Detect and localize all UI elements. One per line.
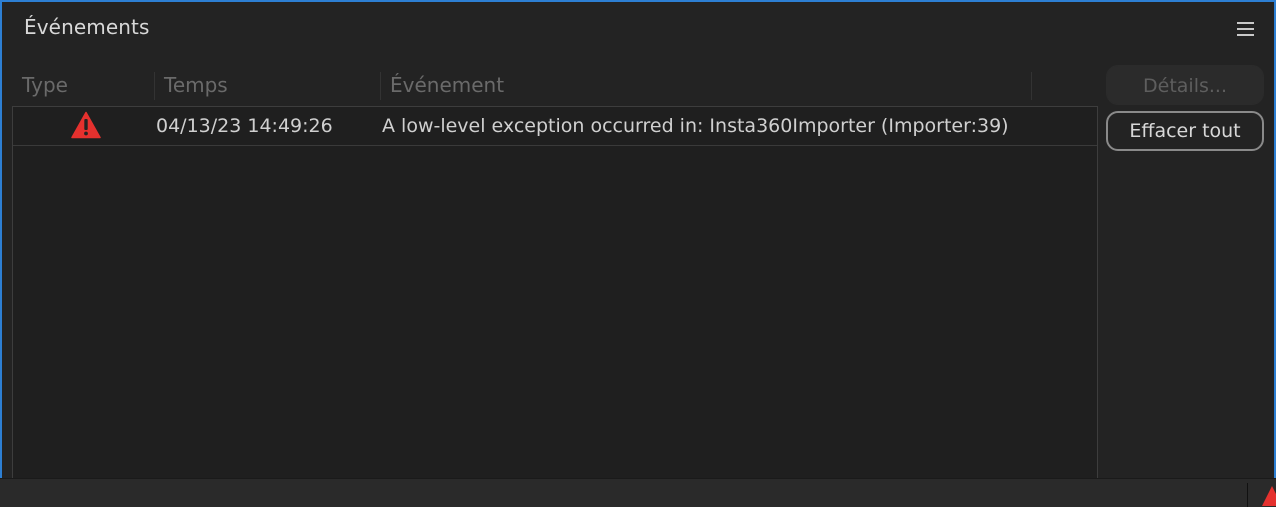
table-header: Type Temps Événement bbox=[12, 70, 1100, 102]
warning-triangle-icon bbox=[71, 111, 101, 139]
warning-triangle-icon[interactable] bbox=[1262, 485, 1276, 507]
events-panel: Événements Type Temps Événement 04/13/23… bbox=[0, 0, 1276, 487]
panel-title: Événements bbox=[24, 15, 150, 39]
clear-all-button[interactable]: Effacer tout bbox=[1106, 111, 1264, 151]
status-divider bbox=[1247, 483, 1248, 507]
table-row[interactable]: 04/13/23 14:49:26 A low-level exception … bbox=[13, 107, 1097, 146]
status-bar bbox=[0, 478, 1276, 507]
column-divider[interactable] bbox=[380, 72, 381, 100]
column-header-type[interactable]: Type bbox=[22, 73, 68, 97]
hamburger-menu-icon[interactable] bbox=[1237, 22, 1254, 36]
event-time: 04/13/23 14:49:26 bbox=[156, 115, 333, 137]
column-divider[interactable] bbox=[154, 72, 155, 100]
column-header-event[interactable]: Événement bbox=[390, 73, 504, 97]
event-message: A low-level exception occurred in: Insta… bbox=[382, 115, 1009, 137]
details-button[interactable]: Détails... bbox=[1106, 65, 1264, 105]
events-table: 04/13/23 14:49:26 A low-level exception … bbox=[12, 106, 1098, 487]
column-divider[interactable] bbox=[1031, 72, 1032, 100]
column-header-time[interactable]: Temps bbox=[164, 73, 228, 97]
